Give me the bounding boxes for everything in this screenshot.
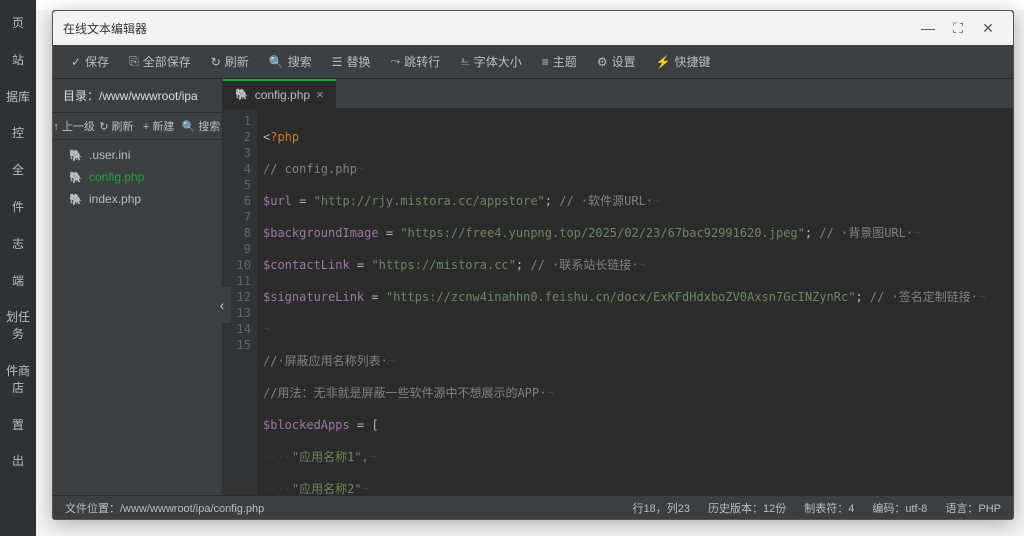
- lightning-icon: ⚡: [656, 55, 671, 69]
- theme-button[interactable]: ≡主题: [532, 53, 587, 70]
- php-file-icon: 🐘: [235, 88, 249, 101]
- nav-item[interactable]: 出: [0, 443, 36, 480]
- titlebar: 在线文本编辑器 — ⛶ ✕: [53, 11, 1013, 45]
- sidebar-refresh-button[interactable]: ↻ 刷新: [95, 118, 137, 134]
- nav-item[interactable]: 划任务: [0, 299, 36, 353]
- minimize-icon[interactable]: —: [913, 20, 943, 36]
- file-item[interactable]: 🐘 .user.ini: [53, 144, 222, 166]
- file-name: config.php: [89, 170, 144, 184]
- file-sidebar: 目录：/www/wwwroot/ipa ↑ 上一级 ↻ 刷新 + 新建 🔍 搜索…: [53, 79, 223, 495]
- nav-item[interactable]: 站: [0, 42, 36, 79]
- status-tab[interactable]: 制表符：4: [804, 500, 854, 516]
- shortcut-button[interactable]: ⚡快捷键: [646, 53, 721, 70]
- new-button[interactable]: + 新建: [138, 118, 180, 134]
- nav-item[interactable]: 页: [0, 5, 36, 42]
- gear-icon: ⚙: [597, 55, 608, 69]
- file-icon: 🐘: [69, 148, 83, 162]
- file-icon: 🐘: [69, 170, 83, 184]
- collapse-sidebar-icon[interactable]: ‹: [213, 287, 231, 323]
- jump-button[interactable]: ⤳跳转行: [381, 53, 451, 70]
- status-history[interactable]: 历史版本：12份: [708, 500, 786, 516]
- search-icon: 🔍: [269, 55, 284, 69]
- status-filepath: 文件位置：/www/wwwroot/ipa/config.php: [65, 500, 633, 516]
- nav-item[interactable]: 据库: [0, 79, 36, 116]
- file-item[interactable]: 🐘 config.php: [53, 166, 222, 188]
- refresh-icon: ↻: [211, 55, 221, 69]
- statusbar: 文件位置：/www/wwwroot/ipa/config.php 行18，列23…: [53, 495, 1013, 519]
- app-sidebar: 页站据库控全件志端划任务件商店置出: [0, 0, 36, 536]
- directory-path: 目录：/www/wwwroot/ipa: [53, 79, 222, 112]
- theme-icon: ≡: [542, 55, 549, 69]
- close-icon[interactable]: ✕: [973, 20, 1003, 37]
- file-name: .user.ini: [89, 148, 130, 162]
- top-strip: [36, 0, 1024, 10]
- nav-item[interactable]: 志: [0, 226, 36, 263]
- save-button[interactable]: ✓保存: [61, 53, 119, 70]
- save-icon: ⎘: [129, 54, 139, 69]
- tab-close-icon[interactable]: ×: [316, 87, 324, 102]
- jump-icon: ⤳: [391, 54, 401, 69]
- sidebar-search-button[interactable]: 🔍 搜索: [180, 118, 222, 134]
- fontsize-button[interactable]: ⎁字体大小: [450, 53, 532, 70]
- status-language[interactable]: 语言：PHP: [945, 500, 1001, 516]
- sidebar-tools: ↑ 上一级 ↻ 刷新 + 新建 🔍 搜索: [53, 112, 222, 140]
- replace-icon: ☰: [332, 55, 343, 69]
- settings-button[interactable]: ⚙设置: [587, 53, 646, 70]
- up-button[interactable]: ↑ 上一级: [53, 118, 95, 134]
- nav-item[interactable]: 全: [0, 152, 36, 189]
- nav-item[interactable]: 端: [0, 263, 36, 300]
- status-encoding[interactable]: 编码：utf-8: [872, 500, 927, 516]
- file-list: 🐘 .user.ini 🐘 config.php 🐘 index.php: [53, 140, 222, 495]
- tab-label: config.php: [255, 88, 310, 102]
- code-editor[interactable]: 123456789101112131415 <?php // config.ph…: [223, 109, 1013, 495]
- search-button[interactable]: 🔍搜索: [259, 53, 322, 70]
- editor-window: 在线文本编辑器 — ⛶ ✕ ✓保存 ⎘全部保存 ↻刷新 🔍搜索 ☰替换 ⤳跳转行…: [52, 10, 1014, 520]
- check-icon: ✓: [71, 55, 81, 69]
- code-content[interactable]: <?php // config.php¬ $url = "http://rjy.…: [257, 109, 1013, 495]
- window-title: 在线文本编辑器: [63, 20, 913, 37]
- nav-item[interactable]: 件: [0, 189, 36, 226]
- tab-bar: 🐘 config.php ×: [223, 79, 1013, 109]
- toolbar: ✓保存 ⎘全部保存 ↻刷新 🔍搜索 ☰替换 ⤳跳转行 ⎁字体大小 ≡主题 ⚙设置…: [53, 45, 1013, 79]
- file-item[interactable]: 🐘 index.php: [53, 188, 222, 210]
- tab-config-php[interactable]: 🐘 config.php ×: [223, 79, 336, 108]
- nav-item[interactable]: 控: [0, 115, 36, 152]
- maximize-icon[interactable]: ⛶: [943, 20, 973, 37]
- file-icon: 🐘: [69, 192, 83, 206]
- file-name: index.php: [89, 192, 141, 206]
- replace-button[interactable]: ☰替换: [322, 53, 381, 70]
- nav-item[interactable]: 置: [0, 407, 36, 444]
- code-main: ‹ 🐘 config.php × 123456789101112131415 <…: [223, 79, 1013, 495]
- font-icon: ⎁: [460, 54, 470, 69]
- status-rowcol: 行18，列23: [633, 500, 690, 516]
- editor-body: 目录：/www/wwwroot/ipa ↑ 上一级 ↻ 刷新 + 新建 🔍 搜索…: [53, 79, 1013, 495]
- saveall-button[interactable]: ⎘全部保存: [119, 53, 201, 70]
- nav-item[interactable]: 件商店: [0, 353, 36, 407]
- refresh-button[interactable]: ↻刷新: [201, 53, 259, 70]
